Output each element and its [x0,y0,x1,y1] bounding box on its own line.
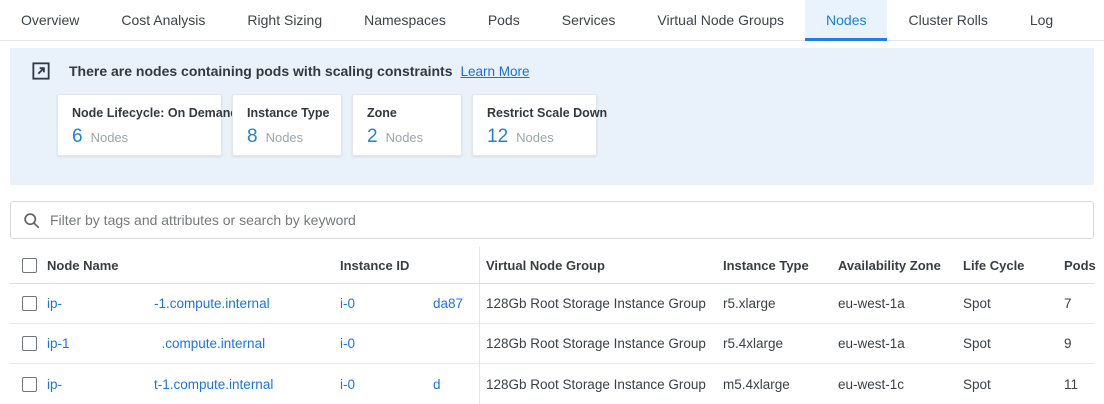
virtual-node-group-cell: 128Gb Root Storage Instance Group [480,336,723,351]
tab-cluster-rolls[interactable]: Cluster Rolls [887,0,1008,40]
life-cycle-cell: Spot [963,377,1064,392]
card-node-lifecycle-on-demand[interactable]: Node Lifecycle: On Demand 6 Nodes [57,94,222,156]
col-instance-type: Instance Type [723,258,838,273]
card-title: Restrict Scale Down [487,106,582,120]
card-unit: Nodes [91,130,129,145]
instance-type-cell: r5.4xlarge [723,336,838,351]
tab-namespaces[interactable]: Namespaces [343,0,467,40]
table-row: ip- t-1.compute.internal i-0 d 128Gb Roo… [10,364,1094,404]
col-life-cycle: Life Cycle [963,258,1064,273]
banner-header: There are nodes containing pods with sca… [22,62,1082,80]
tab-virtual-node-groups[interactable]: Virtual Node Groups [636,0,805,40]
availability-zone-cell: eu-west-1a [838,296,963,311]
card-count: 2 [367,126,378,148]
col-pods: Pods [1064,258,1096,273]
table-row: ip- -1.compute.internal i-0 da87 128Gb R… [10,284,1094,324]
row-checkbox[interactable] [22,336,37,351]
filter-search [10,201,1094,239]
tab-right-sizing[interactable]: Right Sizing [226,0,343,40]
life-cycle-cell: Spot [963,296,1064,311]
table-header-row: Node Name Instance ID Virtual Node Group… [10,247,1094,284]
card-unit: Nodes [386,130,424,145]
node-name-link[interactable]: ip- -1.compute.internal [47,296,340,311]
card-instance-type[interactable]: Instance Type 8 Nodes [232,94,342,156]
instance-id-link[interactable]: i-0 da87 [340,284,480,323]
tab-pods[interactable]: Pods [467,0,541,40]
card-unit: Nodes [516,130,554,145]
card-count: 8 [247,126,258,148]
tab-cost-analysis[interactable]: Cost Analysis [100,0,226,40]
search-input[interactable] [50,212,1081,228]
card-count: 12 [487,126,508,148]
virtual-node-group-cell: 128Gb Root Storage Instance Group [480,377,723,392]
col-node-name: Node Name [47,258,340,273]
card-title: Instance Type [247,106,327,120]
availability-zone-cell: eu-west-1a [838,336,963,351]
row-checkbox[interactable] [22,296,37,311]
scaling-constraints-banner: There are nodes containing pods with sca… [10,48,1094,185]
constraint-cards: Node Lifecycle: On Demand 6 Nodes Instan… [57,94,1082,156]
tab-log[interactable]: Log [1009,0,1074,40]
tab-overview[interactable]: Overview [0,0,100,40]
col-availability-zone: Availability Zone [838,258,963,273]
nodes-table: Node Name Instance ID Virtual Node Group… [10,247,1094,404]
tab-bar: Overview Cost Analysis Right Sizing Name… [0,0,1104,41]
search-icon [23,212,40,229]
card-zone[interactable]: Zone 2 Nodes [352,94,462,156]
learn-more-link[interactable]: Learn More [461,64,530,79]
instance-id-link[interactable]: i-0 d [340,364,480,404]
card-unit: Nodes [266,130,304,145]
life-cycle-cell: Spot [963,336,1064,351]
pods-cell: 7 [1064,296,1094,311]
pods-cell: 9 [1064,336,1094,351]
card-title: Node Lifecycle: On Demand [72,106,207,120]
card-restrict-scale-down[interactable]: Restrict Scale Down 12 Nodes [472,94,597,156]
table-row: ip-1 .compute.internal i-0 128Gb Root St… [10,324,1094,364]
instance-type-cell: m5.4xlarge [723,377,838,392]
scale-up-icon [32,62,50,80]
card-count: 6 [72,126,83,148]
tab-services[interactable]: Services [541,0,637,40]
node-name-link[interactable]: ip-1 .compute.internal [47,336,340,351]
tab-nodes[interactable]: Nodes [805,0,887,40]
availability-zone-cell: eu-west-1c [838,377,963,392]
instance-type-cell: r5.xlarge [723,296,838,311]
instance-id-link[interactable]: i-0 [340,324,480,363]
banner-message: There are nodes containing pods with sca… [69,63,453,79]
virtual-node-group-cell: 128Gb Root Storage Instance Group [480,296,723,311]
col-virtual-node-group: Virtual Node Group [480,258,723,273]
node-name-link[interactable]: ip- t-1.compute.internal [47,377,340,392]
card-title: Zone [367,106,447,120]
col-instance-id: Instance ID [340,247,480,283]
pods-cell: 11 [1064,377,1094,392]
select-all-checkbox[interactable] [22,258,37,273]
row-checkbox[interactable] [22,377,37,392]
